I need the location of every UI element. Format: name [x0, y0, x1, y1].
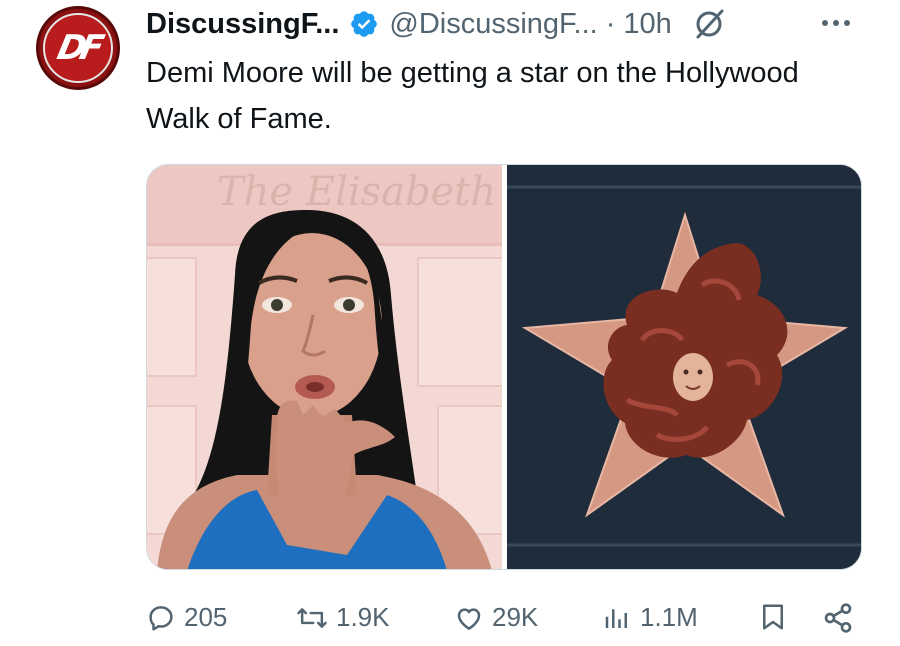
author-handle[interactable]: @DiscussingF...: [389, 8, 597, 41]
tweet-text: Demi Moore will be getting a star on the…: [146, 57, 799, 135]
tweet-timestamp[interactable]: 10h: [623, 8, 671, 41]
repost-count: 1.9K: [336, 602, 390, 632]
avatar[interactable]: DF: [36, 6, 120, 90]
like-button[interactable]: 29K: [454, 602, 538, 633]
walk-of-fame-star-illustration: [506, 165, 861, 569]
views-chart-icon: [605, 608, 627, 628]
reply-button[interactable]: 205: [146, 602, 227, 633]
woman-illustration: [157, 210, 492, 569]
repost-icon: [297, 607, 327, 628]
repost-button[interactable]: 1.9K: [296, 602, 390, 633]
bookmark-icon: [763, 604, 783, 630]
bookmark-button[interactable]: [758, 602, 788, 632]
more-options-icon[interactable]: [822, 8, 850, 38]
grok-icon[interactable]: [692, 7, 726, 41]
reply-icon: [149, 605, 173, 630]
share-icon: [824, 603, 852, 633]
avatar-logo: DF: [43, 13, 113, 83]
separator-dot: ·: [605, 7, 616, 40]
media-photo-woman-blowing-kiss[interactable]: The Elisabeth: [147, 165, 502, 569]
verified-badge-icon: [349, 9, 379, 39]
avatar-logo-text: DF: [54, 28, 102, 68]
author-display-name[interactable]: DiscussingF...: [146, 8, 339, 41]
heart-icon: [457, 607, 481, 630]
like-count: 29K: [492, 602, 539, 632]
media-photo-walk-of-fame-star[interactable]: [506, 165, 861, 569]
tweet-actions: 205 1.9K 29K 1.1M: [146, 596, 862, 642]
views-button[interactable]: 1.1M: [602, 602, 698, 633]
share-button[interactable]: [822, 602, 854, 634]
reply-count: 205: [184, 602, 228, 632]
views-count: 1.1M: [640, 602, 698, 632]
tweet-header: DiscussingF... @DiscussingF... · 10h: [146, 4, 726, 44]
tweet-media[interactable]: The Elisabeth: [146, 164, 862, 570]
